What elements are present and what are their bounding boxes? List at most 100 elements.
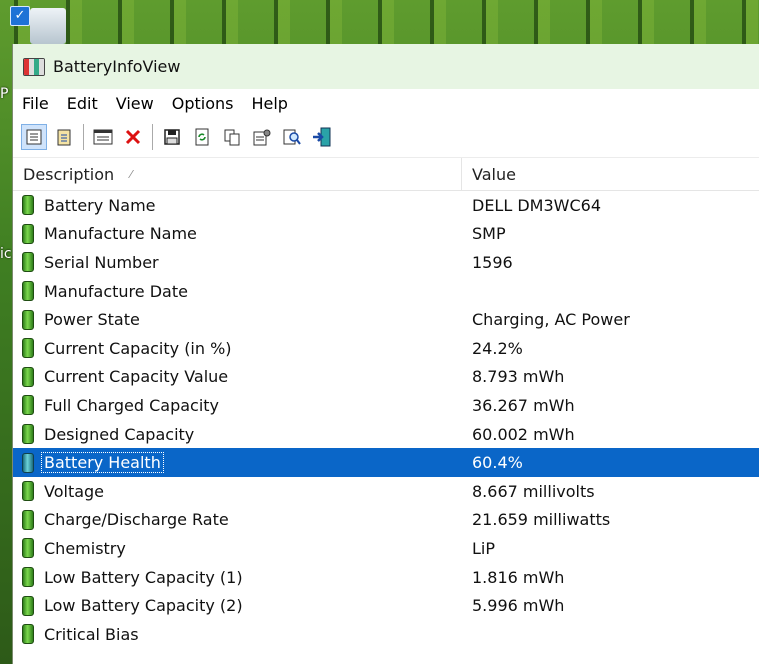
description-label: Full Charged Capacity — [44, 395, 220, 415]
column-header-row: Description ⁄ Value — [13, 158, 759, 191]
description-cell: Battery Health — [13, 452, 462, 474]
checkbox-icon[interactable]: ✓ — [10, 6, 30, 26]
properties-icon — [253, 129, 271, 146]
table-row[interactable]: Current Capacity (in %) 24.2% — [13, 334, 759, 363]
table-row[interactable]: Low Battery Capacity (2) 5.996 mWh — [13, 591, 759, 620]
description-label: Manufacture Name — [44, 224, 197, 244]
table-row[interactable]: Current Capacity Value 8.793 mWh — [13, 363, 759, 392]
menu-options[interactable]: Options — [163, 94, 243, 113]
find-icon — [283, 129, 301, 145]
description-label: Current Capacity Value — [44, 367, 229, 387]
description-cell: Critical Bias — [13, 624, 462, 645]
desktop-label-fragment: ic — [0, 246, 12, 262]
value-cell: 8.793 mWh — [472, 367, 565, 387]
toolbar — [13, 117, 759, 158]
value-cell: 36.267 mWh — [472, 395, 575, 415]
description-cell: Manufacture Name — [13, 223, 462, 244]
value-cell: 8.667 millivolts — [472, 481, 595, 501]
description-cell: Power State — [13, 309, 462, 330]
table-row[interactable]: Designed Capacity 60.002 mWh — [13, 420, 759, 449]
battery-icon — [22, 624, 34, 645]
value-cell: DELL DM3WC64 — [472, 195, 601, 215]
exit-button[interactable] — [309, 124, 335, 150]
app-window: BatteryInfoView File Edit View Options H… — [12, 44, 759, 664]
battery-icon — [22, 481, 34, 502]
battery-icon — [22, 452, 34, 473]
description-label: Chemistry — [44, 538, 126, 558]
table-row[interactable]: Serial Number 1596 — [13, 248, 759, 277]
description-cell: Manufacture Date — [13, 281, 462, 302]
table-row[interactable]: Battery Name DELL DM3WC64 — [13, 191, 759, 220]
battery-icon — [22, 424, 34, 445]
value-cell: 60.002 mWh — [472, 424, 575, 444]
table-row[interactable]: Manufacture Name SMP — [13, 220, 759, 249]
battery-app-icon — [23, 57, 45, 76]
battery-icon — [22, 223, 34, 244]
value-cell: SMP — [472, 224, 506, 244]
description-label: Designed Capacity — [44, 424, 195, 444]
table-row[interactable]: Chemistry LiP — [13, 534, 759, 563]
description-cell: Full Charged Capacity — [13, 395, 462, 416]
report-window-button[interactable] — [90, 124, 116, 150]
description-cell: Serial Number — [13, 252, 462, 273]
table-row[interactable]: Charge/Discharge Rate 21.659 milliwatts — [13, 506, 759, 535]
value-cell: 1.816 mWh — [472, 567, 565, 587]
value-cell: Charging, AC Power — [472, 310, 630, 330]
battery-icon — [22, 595, 34, 616]
value-cell: 1596 — [472, 252, 513, 272]
report-window-icon — [93, 129, 113, 145]
delete-icon — [125, 129, 141, 145]
table-row[interactable]: Manufacture Date — [13, 277, 759, 306]
window-title: BatteryInfoView — [53, 57, 181, 76]
refresh-icon — [195, 128, 209, 146]
save-icon — [164, 129, 180, 145]
table-row[interactable]: Voltage 8.667 millivolts — [13, 477, 759, 506]
view-mode-button[interactable] — [21, 124, 47, 150]
battery-info-list: Battery Name DELL DM3WC64 Manufacture Name… — [13, 191, 759, 649]
battery-icon — [22, 195, 34, 216]
battery-icon — [22, 395, 34, 416]
properties-button[interactable] — [249, 124, 275, 150]
battery-icon — [22, 366, 34, 387]
delete-button[interactable] — [120, 124, 146, 150]
copy-button[interactable] — [219, 124, 245, 150]
value-cell: 60.4% — [472, 453, 523, 473]
description-cell: Low Battery Capacity (1) — [13, 567, 462, 588]
description-label: Manufacture Date — [44, 281, 188, 301]
recycle-bin-icon[interactable] — [30, 8, 66, 44]
find-button[interactable] — [279, 124, 305, 150]
column-header-description-label: Description — [23, 164, 115, 184]
description-label: Low Battery Capacity (2) — [44, 596, 243, 616]
title-bar[interactable]: BatteryInfoView — [13, 44, 759, 89]
description-cell: Low Battery Capacity (2) — [13, 595, 462, 616]
table-row[interactable]: Full Charged Capacity 36.267 mWh — [13, 391, 759, 420]
menu-bar: File Edit View Options Help — [13, 89, 759, 117]
menu-view[interactable]: View — [107, 94, 163, 113]
description-label: Serial Number — [44, 252, 159, 272]
description-label: Current Capacity (in %) — [44, 338, 232, 358]
battery-icon — [22, 252, 34, 273]
menu-help[interactable]: Help — [242, 94, 296, 113]
description-label: Low Battery Capacity (1) — [44, 567, 243, 587]
table-row[interactable]: Battery Health 60.4% — [13, 448, 759, 477]
description-cell: Chemistry — [13, 538, 462, 559]
copy-icon — [224, 129, 240, 146]
save-button[interactable] — [159, 124, 185, 150]
table-row[interactable]: Low Battery Capacity (1) 1.816 mWh — [13, 563, 759, 592]
table-row[interactable]: Power State Charging, AC Power — [13, 305, 759, 334]
description-label: Power State — [44, 310, 140, 330]
column-header-description[interactable]: Description ⁄ — [13, 158, 462, 190]
description-label: Critical Bias — [44, 624, 139, 644]
description-label: Battery Health — [41, 452, 164, 474]
exit-icon — [313, 127, 331, 147]
view-mode-icon — [26, 129, 42, 145]
description-label: Charge/Discharge Rate — [44, 510, 229, 530]
description-label: Voltage — [44, 481, 105, 501]
table-row[interactable]: Critical Bias — [13, 620, 759, 649]
description-cell: Designed Capacity — [13, 424, 462, 445]
clipboard-button[interactable] — [51, 124, 77, 150]
menu-file[interactable]: File — [13, 94, 58, 113]
refresh-button[interactable] — [189, 124, 215, 150]
menu-edit[interactable]: Edit — [58, 94, 107, 113]
column-header-value[interactable]: Value — [462, 158, 516, 190]
